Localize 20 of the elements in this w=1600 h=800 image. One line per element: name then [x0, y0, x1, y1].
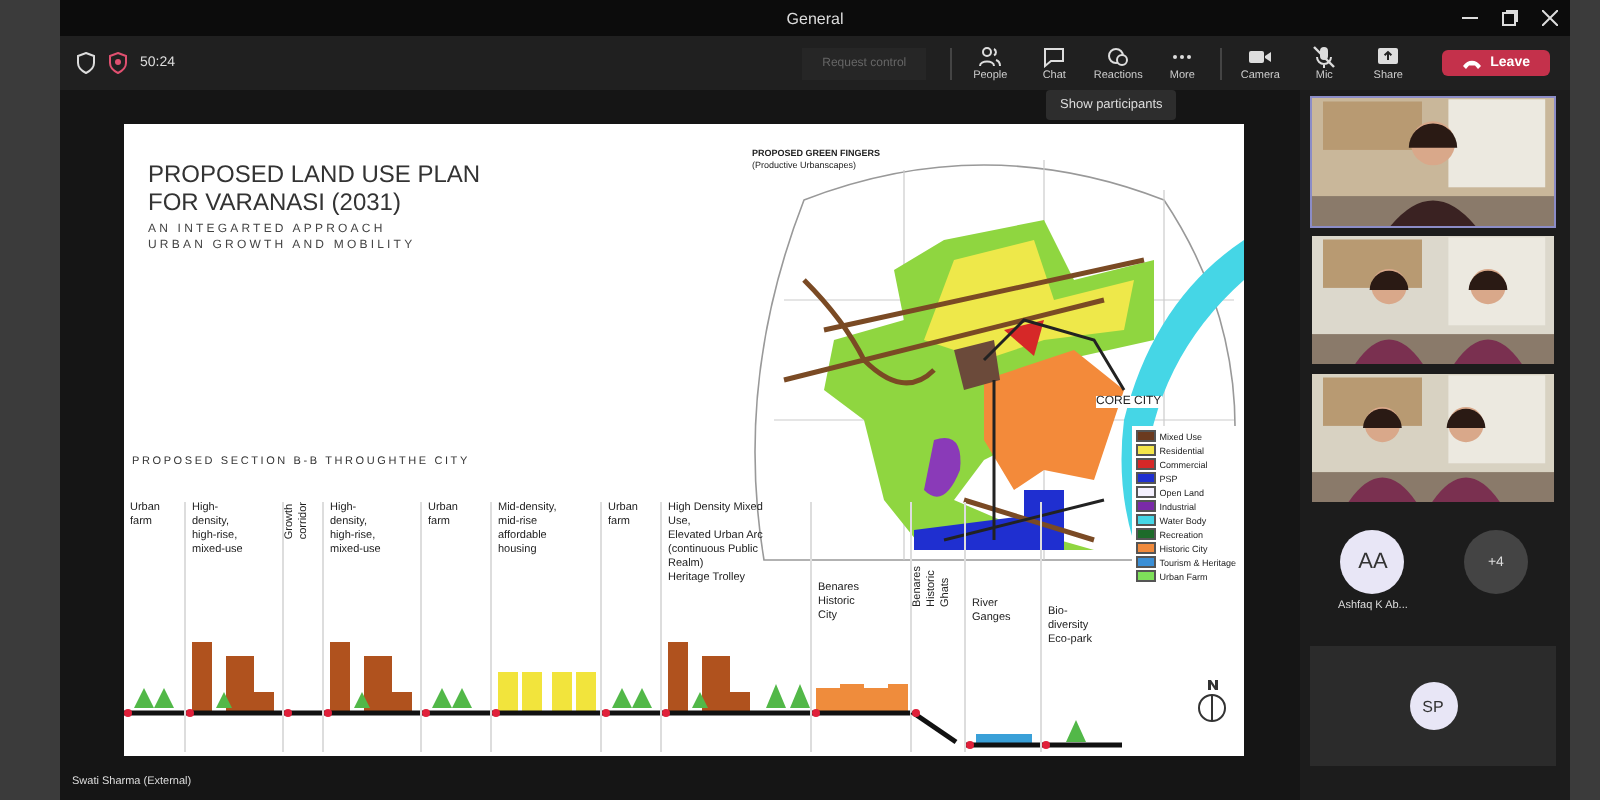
- north-arrow-icon: [1196, 680, 1228, 724]
- reactions-icon: [1106, 45, 1131, 67]
- avatar: AA: [1340, 530, 1405, 594]
- road-drawing: [284, 706, 324, 718]
- people-icon: [978, 45, 1003, 67]
- avatar: SP: [1409, 682, 1457, 730]
- trees-drawing: [124, 684, 184, 718]
- trees-drawing: [422, 684, 492, 718]
- phone-icon: [1462, 57, 1483, 69]
- share-icon: [1376, 45, 1401, 67]
- maximize-icon[interactable]: [1502, 10, 1518, 26]
- trees-drawing: [1042, 716, 1122, 750]
- chat-icon: [1042, 45, 1067, 67]
- trees-drawing: [602, 684, 662, 718]
- river-drawing: [966, 730, 1042, 750]
- slide-title: PROPOSED LAND USE PLAN FOR VARANASI (2031): [148, 160, 481, 216]
- window-title: General: [786, 9, 844, 27]
- mic-icon: [1312, 45, 1337, 67]
- camera-icon: [1248, 45, 1273, 67]
- close-icon[interactable]: [1542, 10, 1558, 26]
